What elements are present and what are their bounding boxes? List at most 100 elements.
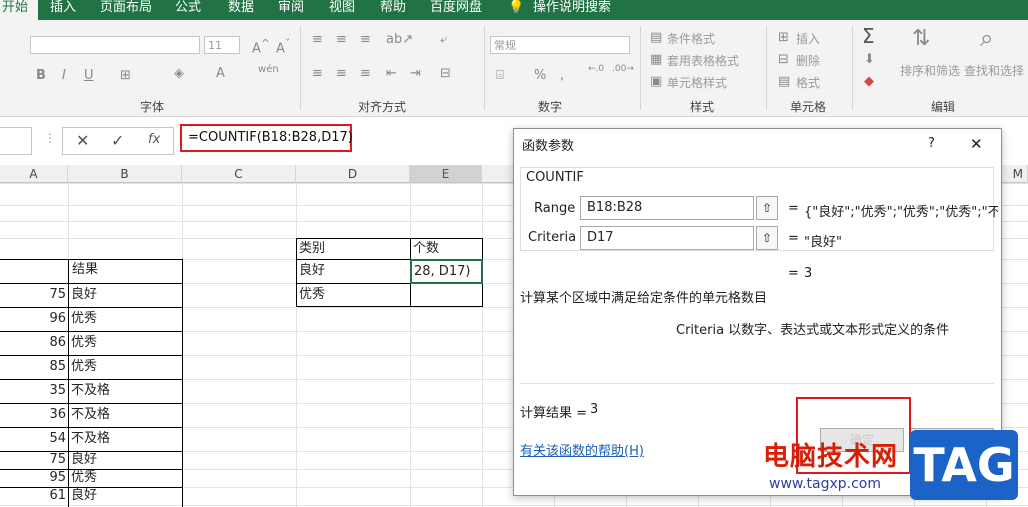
cell-a-value[interactable]: 96 xyxy=(0,307,66,331)
enter-icon[interactable]: ✓ xyxy=(111,131,124,150)
decrease-decimal-icon[interactable]: .00→ xyxy=(612,64,634,74)
font-size-combo[interactable]: 11 xyxy=(204,36,240,54)
cancel-icon[interactable]: ✕ xyxy=(76,131,89,150)
font-name-combo[interactable] xyxy=(30,36,200,54)
cell-b-header[interactable]: 结果 xyxy=(72,259,98,281)
format-as-table-button[interactable]: 套用表格格式 xyxy=(667,52,739,69)
collapse-criteria-icon[interactable]: ⇧ xyxy=(756,226,778,250)
tab-help[interactable]: 帮助 xyxy=(380,0,406,20)
cell-b-value[interactable]: 不及格 xyxy=(71,427,110,451)
column-header-e[interactable]: E xyxy=(410,165,482,183)
sort-filter-button[interactable]: 排序和筛选 xyxy=(900,62,960,79)
font-color-icon[interactable]: A xyxy=(216,66,225,81)
column-header-b[interactable]: B xyxy=(68,165,182,183)
border-icon[interactable]: ⊞ xyxy=(120,68,131,83)
tab-insert[interactable]: 插入 xyxy=(50,0,76,20)
criteria-input[interactable]: D17 xyxy=(580,226,754,250)
watermark-url: www.tagxp.com xyxy=(769,476,881,492)
comma-icon[interactable]: , xyxy=(560,68,564,83)
function-description: 计算某个区域中满足给定条件的单元格数目 xyxy=(520,291,768,306)
currency-icon[interactable]: ⌸ xyxy=(496,68,504,83)
tab-baidu-netdisk[interactable]: 百度网盘 xyxy=(430,0,482,20)
cell-a-value[interactable]: 61 xyxy=(0,487,66,505)
cell-a-value[interactable]: 95 xyxy=(0,469,66,487)
find-select-button[interactable]: 查找和选择 xyxy=(964,62,1024,79)
range-label: Range xyxy=(534,201,576,216)
cell-d17[interactable]: 良好 xyxy=(299,260,325,282)
cell-e17-active[interactable]: 28, D17) xyxy=(410,259,483,284)
cell-b-value[interactable]: 优秀 xyxy=(71,331,97,355)
cell-b-value[interactable]: 良好 xyxy=(71,487,97,505)
range-input[interactable]: B18:B28 xyxy=(580,196,754,220)
tab-formulas[interactable]: 公式 xyxy=(175,0,201,20)
cell-a-value[interactable]: 75 xyxy=(0,283,66,307)
cell-a-value[interactable]: 54 xyxy=(0,427,66,451)
clear-icon[interactable]: ◆ xyxy=(864,74,874,89)
tab-home[interactable]: 开始 xyxy=(0,0,38,20)
tab-review[interactable]: 审阅 xyxy=(278,0,304,20)
close-icon[interactable]: ✕ xyxy=(970,135,983,153)
tab-view[interactable]: 视图 xyxy=(329,0,355,20)
orientation-icon[interactable]: ab↗ xyxy=(386,32,413,47)
fill-icon[interactable]: ⬇ xyxy=(864,52,875,67)
align-left-icon[interactable]: ≡ xyxy=(312,66,323,81)
name-box[interactable] xyxy=(0,127,32,155)
merge-center-icon[interactable]: ⊟ xyxy=(440,66,451,81)
column-header-d[interactable]: D xyxy=(296,165,410,183)
cell-styles-icon: ▣ xyxy=(650,74,663,89)
format-cells-button[interactable]: 格式 xyxy=(796,74,820,91)
wrap-text-icon[interactable]: ⤶ xyxy=(440,32,447,47)
increase-font-icon[interactable]: A^ xyxy=(252,37,270,56)
delete-cells-button[interactable]: 删除 xyxy=(796,52,820,69)
decrease-font-icon[interactable]: Aˇ xyxy=(276,37,290,56)
align-right-icon[interactable]: ≡ xyxy=(360,66,371,81)
column-header-a[interactable]: A xyxy=(0,165,68,183)
cell-styles-button[interactable]: 单元格样式 xyxy=(667,74,727,91)
cell-a-value[interactable]: 85 xyxy=(0,355,66,379)
increase-decimal-icon[interactable]: ←.0 xyxy=(588,64,604,74)
cell-a-value[interactable]: 86 xyxy=(0,331,66,355)
cell-b-value[interactable]: 优秀 xyxy=(71,355,97,379)
collapse-range-icon[interactable]: ⇧ xyxy=(756,196,778,220)
cell-b-value[interactable]: 优秀 xyxy=(71,469,97,487)
cell-d-header[interactable]: 类别 xyxy=(299,238,325,260)
bold-icon[interactable]: B xyxy=(36,68,46,83)
cell-a-value[interactable]: 36 xyxy=(0,403,66,427)
cell-a-value[interactable]: 75 xyxy=(0,451,66,469)
cell-b-value[interactable]: 不及格 xyxy=(71,379,110,403)
decrease-indent-icon[interactable]: ⇤ xyxy=(386,66,397,81)
tab-tell-me[interactable]: 操作说明搜索 xyxy=(533,0,611,20)
tab-page-layout[interactable]: 页面布局 xyxy=(100,0,152,20)
conditional-format-button[interactable]: 条件格式 xyxy=(667,30,715,47)
cell-b-value[interactable]: 良好 xyxy=(71,451,97,469)
separator xyxy=(300,26,301,110)
italic-icon[interactable]: I xyxy=(62,68,66,83)
align-top-icon[interactable]: ≡ xyxy=(312,32,323,47)
ribbon: 11 A^ Aˇ B I U ⊞ ◈ A wén 字体 ≡ ≡ ≡ ab↗ ⤶ … xyxy=(0,20,1028,117)
cell-d18[interactable]: 优秀 xyxy=(299,284,325,306)
help-button[interactable]: ? xyxy=(928,136,935,151)
cell-b-value[interactable]: 不及格 xyxy=(71,403,110,427)
insert-function-icon[interactable]: fx xyxy=(148,132,160,147)
tab-data[interactable]: 数据 xyxy=(228,0,254,20)
formula-input[interactable]: =COUNTIF(B18:B28,D17) xyxy=(180,124,353,152)
fill-color-icon[interactable]: ◈ xyxy=(174,66,184,81)
cell-b-value[interactable]: 优秀 xyxy=(71,307,97,331)
autosum-icon[interactable]: Σ xyxy=(862,24,875,48)
number-format-combo[interactable]: 常规 xyxy=(490,36,630,54)
phonetic-icon[interactable]: wén xyxy=(258,64,279,75)
cell-e-header[interactable]: 个数 xyxy=(413,238,439,260)
criteria-description: Criteria 以数字、表达式或文本形式定义的条件 xyxy=(676,323,950,338)
insert-cells-button[interactable]: 插入 xyxy=(796,30,820,47)
align-center-icon[interactable]: ≡ xyxy=(336,66,347,81)
cell-b-value[interactable]: 良好 xyxy=(71,283,97,307)
align-middle-icon[interactable]: ≡ xyxy=(336,32,347,47)
percent-icon[interactable]: % xyxy=(534,68,546,83)
increase-indent-icon[interactable]: ⇥ xyxy=(410,66,421,81)
function-help-link[interactable]: 有关该函数的帮助(H) xyxy=(520,440,644,459)
underline-icon[interactable]: U xyxy=(84,68,94,83)
lightbulb-icon: 💡 xyxy=(508,0,525,15)
column-header-c[interactable]: C xyxy=(182,165,296,183)
cell-a-value[interactable]: 35 xyxy=(0,379,66,403)
align-bottom-icon[interactable]: ≡ xyxy=(360,32,371,47)
